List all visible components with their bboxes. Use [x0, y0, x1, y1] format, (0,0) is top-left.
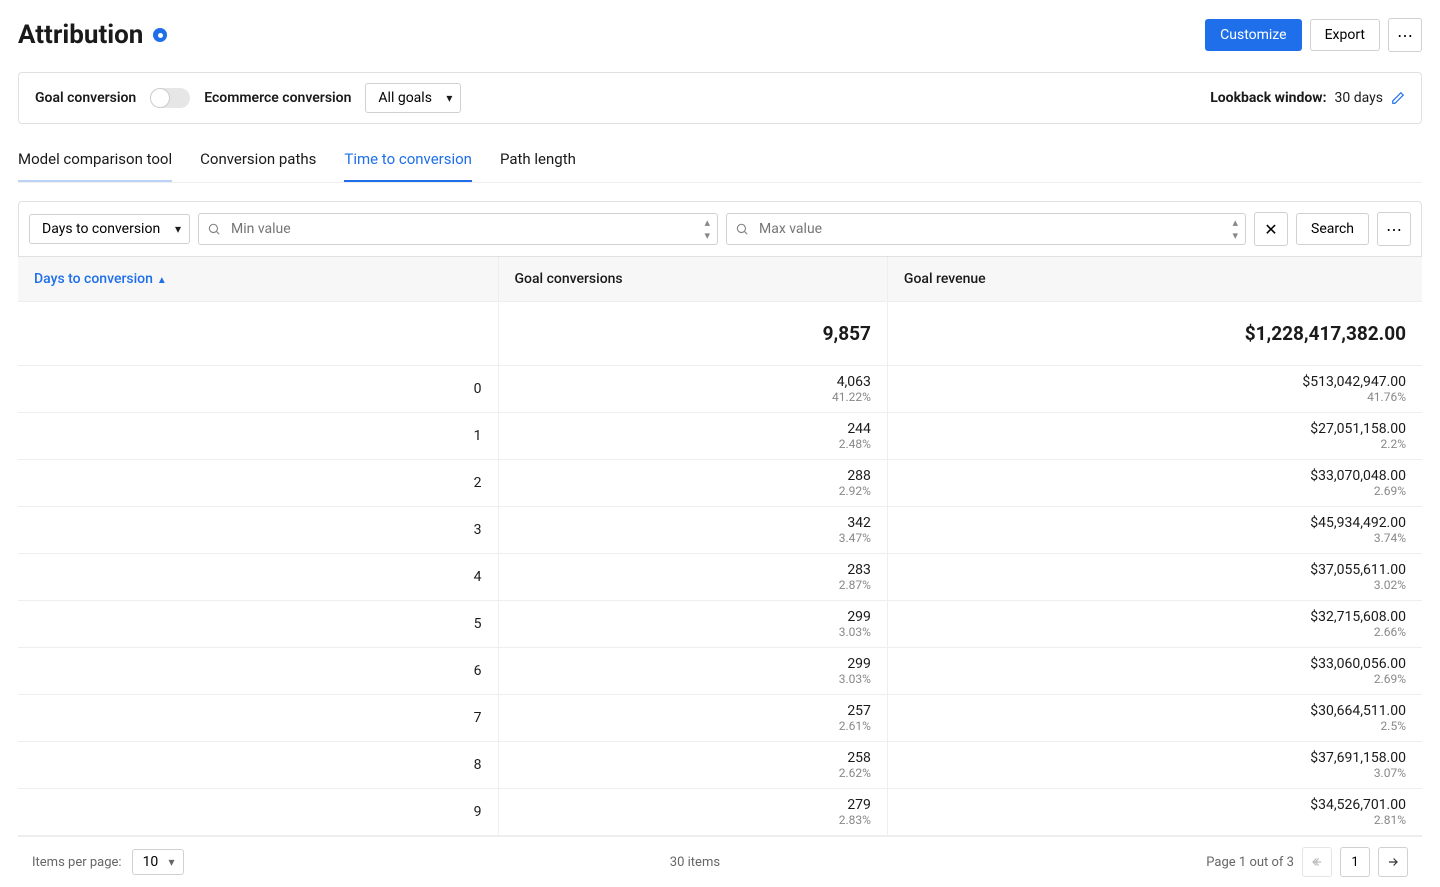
- cell-days: 4: [18, 554, 498, 601]
- cell-days: 1: [18, 413, 498, 460]
- column-header-revenue[interactable]: Goal revenue: [887, 257, 1422, 302]
- table-row: 92792.83%$34,526,701.002.81%: [18, 789, 1422, 836]
- total-revenue: $1,228,417,382.00: [887, 302, 1422, 366]
- tab-conversion-paths[interactable]: Conversion paths: [200, 150, 316, 182]
- report-tabs: Model comparison tool Conversion paths Tim…: [18, 150, 1422, 183]
- goals-select[interactable]: All goals: [365, 83, 461, 113]
- items-per-page-label: Items per page:: [32, 855, 122, 870]
- more-icon: ⋯: [1397, 26, 1413, 45]
- cell-revenue: $30,664,511.002.5%: [887, 695, 1422, 742]
- more-menu-button[interactable]: ⋯: [1388, 18, 1422, 52]
- min-value-input[interactable]: [198, 213, 718, 245]
- stepper-icon[interactable]: ▴▾: [1232, 216, 1238, 242]
- tab-path-length[interactable]: Path length: [500, 150, 576, 182]
- search-icon: [207, 222, 221, 236]
- cell-conversions: 2442.48%: [498, 413, 887, 460]
- sort-asc-icon: ▲: [157, 275, 167, 286]
- table-row: 22882.92%$33,070,048.002.69%: [18, 460, 1422, 507]
- items-per-page-select[interactable]: 10: [132, 849, 184, 875]
- table-row: 33423.47%$45,934,492.003.74%: [18, 507, 1422, 554]
- cell-revenue: $37,055,611.003.02%: [887, 554, 1422, 601]
- cell-days: 5: [18, 601, 498, 648]
- export-button[interactable]: Export: [1310, 19, 1380, 51]
- conversion-type-toggle[interactable]: [150, 88, 190, 108]
- dimension-select[interactable]: Days to conversion: [29, 214, 190, 244]
- search-icon: [735, 222, 749, 236]
- cell-conversions: 2993.03%: [498, 648, 887, 695]
- table-row: 72572.61%$30,664,511.002.5%: [18, 695, 1422, 742]
- cell-revenue: $33,060,056.002.69%: [887, 648, 1422, 695]
- table-options-button[interactable]: ⋯: [1377, 212, 1411, 246]
- total-conversions: 9,857: [498, 302, 887, 366]
- totals-row: 9,857 $1,228,417,382.00: [18, 302, 1422, 366]
- column-header-days[interactable]: Days to conversion▲: [18, 257, 498, 302]
- cell-revenue: $34,526,701.002.81%: [887, 789, 1422, 836]
- search-button[interactable]: Search: [1296, 213, 1369, 245]
- lookback-value: 30 days: [1335, 90, 1383, 106]
- cell-conversions: 2572.61%: [498, 695, 887, 742]
- cell-conversions: 2792.83%: [498, 789, 887, 836]
- cell-revenue: $33,070,048.002.69%: [887, 460, 1422, 507]
- edit-lookback-button[interactable]: [1391, 91, 1405, 105]
- cell-revenue: $45,934,492.003.74%: [887, 507, 1422, 554]
- cell-days: 6: [18, 648, 498, 695]
- goal-conversion-label: Goal conversion: [35, 90, 136, 106]
- arrow-right-icon: [1386, 855, 1400, 869]
- cell-conversions: 4,06341.22%: [498, 366, 887, 413]
- cell-conversions: 2832.87%: [498, 554, 887, 601]
- total-items-label: 30 items: [670, 855, 720, 870]
- column-header-conversions[interactable]: Goal conversions: [498, 257, 887, 302]
- tab-model-comparison-tool[interactable]: Model comparison tool: [18, 150, 172, 182]
- customize-button[interactable]: Customize: [1205, 19, 1301, 51]
- cell-conversions: 3423.47%: [498, 507, 887, 554]
- lookback-label: Lookback window:: [1210, 90, 1326, 106]
- table-row: 42832.87%$37,055,611.003.02%: [18, 554, 1422, 601]
- table-filter-row: Days to conversion ▴▾ ▴▾ ✕ Search ⋯: [18, 201, 1422, 256]
- cell-revenue: $513,042,947.0041.76%: [887, 366, 1422, 413]
- tab-time-to-conversion[interactable]: Time to conversion: [344, 150, 472, 182]
- attribution-table: Days to conversion▲ Goal conversions Goa…: [18, 256, 1422, 836]
- more-icon: ⋯: [1386, 220, 1402, 239]
- cell-revenue: $27,051,158.002.2%: [887, 413, 1422, 460]
- cell-days: 8: [18, 742, 498, 789]
- help-icon[interactable]: [153, 28, 167, 42]
- arrow-left-icon: [1310, 855, 1324, 869]
- stepper-icon[interactable]: ▴▾: [704, 216, 710, 242]
- pencil-icon: [1391, 91, 1405, 105]
- table-row: 62993.03%$33,060,056.002.69%: [18, 648, 1422, 695]
- filters-bar: Goal conversion Ecommerce conversion All…: [18, 72, 1422, 124]
- table-row: 12442.48%$27,051,158.002.2%: [18, 413, 1422, 460]
- pagination: Items per page: 10 30 items Page 1 out o…: [18, 836, 1422, 887]
- table-row: 52993.03%$32,715,608.002.66%: [18, 601, 1422, 648]
- cell-days: 3: [18, 507, 498, 554]
- max-value-input[interactable]: [726, 213, 1246, 245]
- cell-days: 2: [18, 460, 498, 507]
- cell-days: 7: [18, 695, 498, 742]
- cell-conversions: 2582.62%: [498, 742, 887, 789]
- cell-revenue: $32,715,608.002.66%: [887, 601, 1422, 648]
- page-title: Attribution: [18, 20, 143, 50]
- table-row: 04,06341.22%$513,042,947.0041.76%: [18, 366, 1422, 413]
- cell-days: 0: [18, 366, 498, 413]
- close-icon: ✕: [1264, 220, 1277, 239]
- cell-conversions: 2993.03%: [498, 601, 887, 648]
- clear-filter-button[interactable]: ✕: [1254, 212, 1288, 246]
- page-number-input[interactable]: [1340, 847, 1370, 877]
- table-row: 82582.62%$37,691,158.003.07%: [18, 742, 1422, 789]
- prev-page-button[interactable]: [1302, 847, 1332, 877]
- cell-days: 9: [18, 789, 498, 836]
- next-page-button[interactable]: [1378, 847, 1408, 877]
- page-info: Page 1 out of 3: [1206, 855, 1294, 870]
- cell-revenue: $37,691,158.003.07%: [887, 742, 1422, 789]
- cell-conversions: 2882.92%: [498, 460, 887, 507]
- ecommerce-conversion-label: Ecommerce conversion: [204, 90, 351, 106]
